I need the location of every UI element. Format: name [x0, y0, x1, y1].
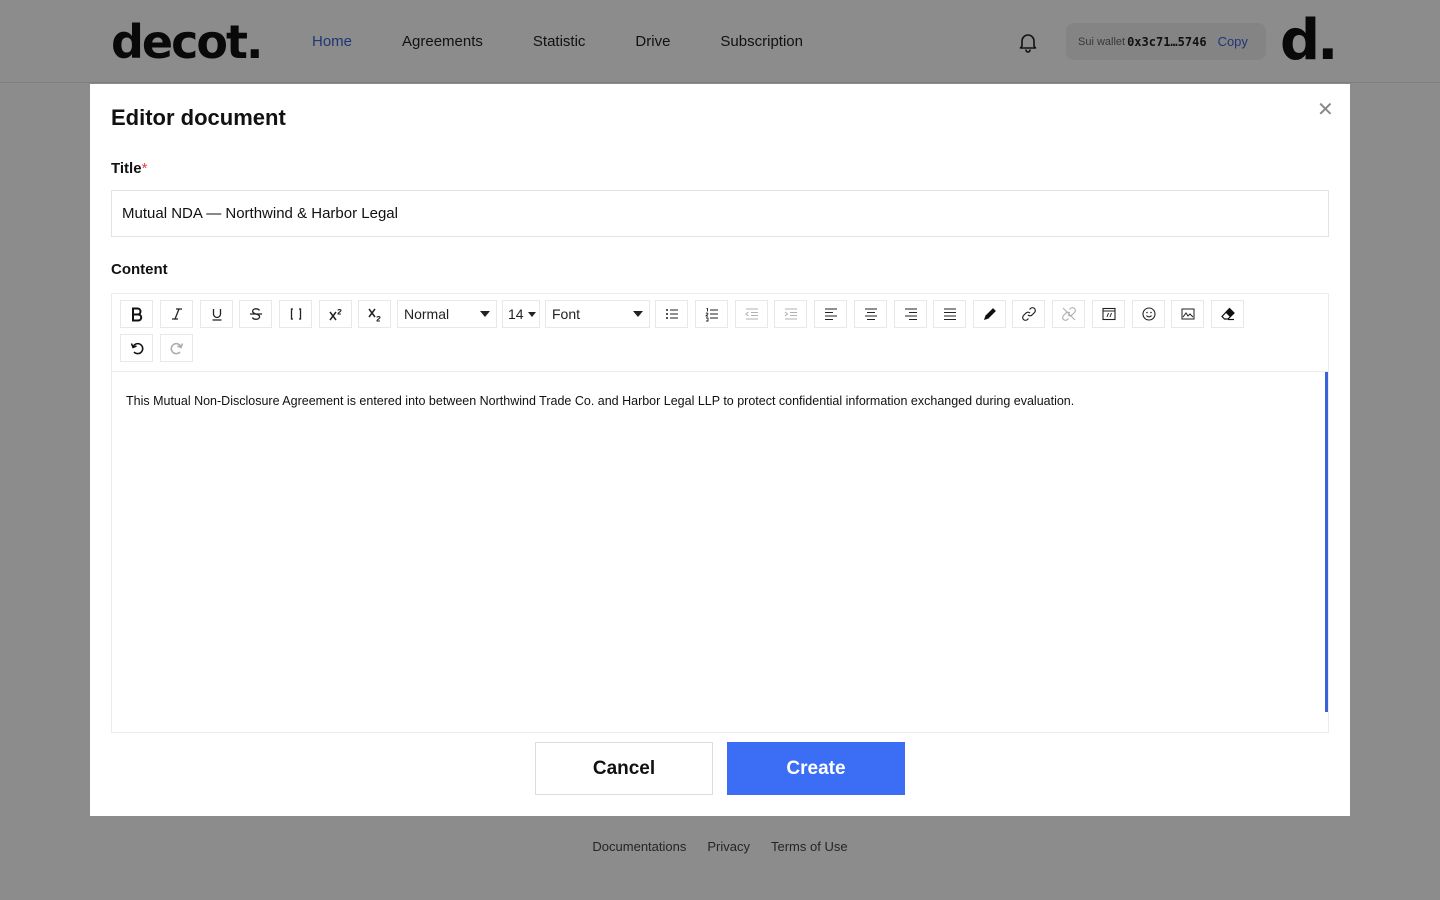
title-input[interactable]	[111, 190, 1329, 237]
redo-button[interactable]	[160, 334, 193, 362]
clear-format-button[interactable]	[1211, 300, 1244, 328]
editor-toolbar: Normal 14 Font	[112, 294, 1328, 372]
link-button[interactable]	[1012, 300, 1045, 328]
outdent-icon	[744, 308, 758, 320]
numbered-list-button[interactable]	[695, 300, 728, 328]
numbered-list-icon	[705, 308, 718, 322]
bullet-list-icon	[665, 309, 678, 319]
align-left-button[interactable]	[814, 300, 847, 328]
block-format-value: Normal	[404, 306, 450, 322]
rich-text-editor: Normal 14 Font This Mutual Non-Disclosur…	[111, 293, 1329, 733]
strikethrough-icon	[249, 308, 262, 320]
align-right-icon	[904, 308, 917, 321]
undo-icon	[130, 342, 143, 355]
subscript-button[interactable]	[358, 300, 391, 328]
content-label: Content	[111, 261, 168, 278]
image-icon	[1181, 308, 1194, 320]
italic-button[interactable]	[160, 300, 193, 328]
indent-icon	[784, 308, 797, 320]
unlink-icon	[1061, 307, 1076, 321]
strikethrough-button[interactable]	[239, 300, 272, 328]
eraser-icon	[1220, 307, 1235, 321]
create-button[interactable]: Create	[727, 742, 905, 795]
chevron-down-icon	[528, 311, 536, 317]
chevron-down-icon	[480, 311, 490, 317]
font-family-value: Font	[552, 306, 581, 322]
superscript-button[interactable]	[319, 300, 352, 328]
italic-icon	[171, 308, 182, 320]
bold-icon	[131, 307, 142, 322]
code-button[interactable]	[279, 300, 312, 328]
font-family-select[interactable]: Font	[545, 300, 650, 328]
unlink-button[interactable]	[1052, 300, 1085, 328]
outdent-button[interactable]	[735, 300, 768, 328]
title-label-text: Title	[111, 160, 142, 177]
align-justify-icon	[943, 308, 956, 321]
align-right-button[interactable]	[894, 300, 927, 328]
editor-document-modal: Editor document ✕ Title* Content	[90, 84, 1350, 816]
modal-title: Editor document	[111, 105, 286, 130]
embed-button[interactable]	[1092, 300, 1125, 328]
link-icon	[1021, 307, 1036, 321]
code-icon	[290, 308, 301, 320]
editor-focus-indicator	[1325, 372, 1328, 712]
align-left-icon	[824, 308, 837, 321]
align-justify-button[interactable]	[933, 300, 966, 328]
underline-icon	[212, 309, 221, 321]
align-center-icon	[864, 308, 877, 321]
font-size-select[interactable]: 14	[502, 300, 540, 328]
font-size-value: 14	[508, 306, 524, 322]
color-icon	[983, 308, 996, 321]
editor-content-area[interactable]: This Mutual Non-Disclosure Agreement is …	[112, 372, 1328, 732]
subscript-icon	[367, 308, 381, 322]
block-format-select[interactable]: Normal	[397, 300, 497, 328]
embed-icon	[1101, 307, 1116, 321]
editor-content-text[interactable]: This Mutual Non-Disclosure Agreement is …	[126, 394, 1074, 408]
image-button[interactable]	[1171, 300, 1204, 328]
emoji-icon	[1141, 307, 1156, 321]
bullet-list-button[interactable]	[655, 300, 688, 328]
chevron-down-icon	[633, 311, 643, 317]
redo-icon	[170, 342, 183, 355]
superscript-icon	[328, 308, 342, 321]
title-label: Title*	[111, 160, 147, 177]
underline-button[interactable]	[200, 300, 233, 328]
align-center-button[interactable]	[854, 300, 887, 328]
bold-button[interactable]	[120, 300, 153, 328]
text-color-button[interactable]	[973, 300, 1006, 328]
indent-button[interactable]	[774, 300, 807, 328]
required-mark: *	[141, 160, 148, 177]
emoji-button[interactable]	[1132, 300, 1165, 328]
cancel-button[interactable]: Cancel	[535, 742, 713, 795]
undo-button[interactable]	[120, 334, 153, 362]
close-icon[interactable]: ✕	[1317, 100, 1334, 120]
